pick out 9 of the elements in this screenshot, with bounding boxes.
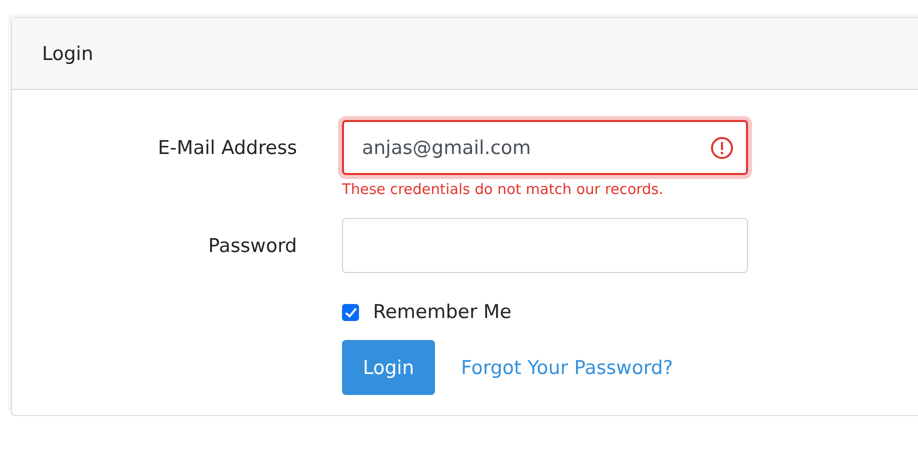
- checkbox-label[interactable]: Remember Me: [373, 301, 512, 323]
- checkbox[interactable]: [342, 304, 359, 320]
- error-message: These credentials do not match our records.: [342, 182, 664, 198]
- card-title: Login: [42, 42, 94, 64]
- error-icon: [710, 136, 734, 160]
- password-field[interactable]: [342, 218, 748, 273]
- field-label: Password: [207, 234, 297, 259]
- field-label: E-Mail Address: [156, 136, 297, 161]
- email-field[interactable]: anjas@gmail.com: [342, 120, 748, 175]
